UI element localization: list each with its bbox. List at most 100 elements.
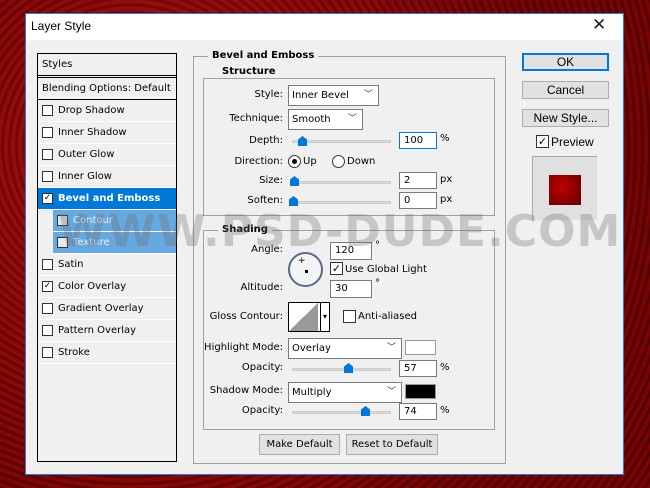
styles-header[interactable]: Styles bbox=[38, 54, 176, 78]
style-item-texture[interactable]: ✓ Texture bbox=[53, 232, 176, 254]
size-unit: px bbox=[440, 174, 453, 185]
soften-label: Soften: bbox=[247, 195, 283, 206]
contour-preview bbox=[289, 303, 318, 331]
anti-aliased-checkbox[interactable] bbox=[343, 310, 356, 323]
angle-unit: ° bbox=[375, 240, 380, 251]
direction-up-radio[interactable] bbox=[288, 155, 301, 168]
blending-options[interactable]: Blending Options: Default bbox=[38, 78, 176, 100]
preview-label: Preview bbox=[551, 135, 594, 149]
highlight-opacity-unit: % bbox=[440, 362, 450, 373]
styles-list: Styles Blending Options: Default Drop Sh… bbox=[37, 53, 177, 462]
style-item-label: Contour bbox=[73, 215, 113, 226]
close-icon[interactable]: ✕ bbox=[592, 15, 606, 35]
style-checkbox[interactable]: ✓ bbox=[42, 281, 53, 292]
highlight-opacity-slider[interactable] bbox=[292, 368, 391, 371]
style-checkbox[interactable] bbox=[42, 325, 53, 336]
angle-input[interactable]: 120 bbox=[330, 242, 372, 260]
style-checkbox[interactable] bbox=[42, 171, 53, 182]
preview-swatch bbox=[549, 175, 581, 205]
reset-to-default-button[interactable]: Reset to Default bbox=[346, 434, 438, 455]
style-item-label: Outer Glow bbox=[58, 149, 115, 160]
shadow-opacity-label: Opacity: bbox=[241, 405, 283, 416]
crosshair-icon: + bbox=[298, 256, 306, 266]
global-light-label: Use Global Light bbox=[345, 264, 427, 275]
style-item-stroke[interactable]: Stroke bbox=[38, 342, 176, 364]
preview-checkbox[interactable]: ✓ bbox=[536, 135, 549, 148]
style-checkbox[interactable] bbox=[42, 127, 53, 138]
style-item-satin[interactable]: Satin bbox=[38, 254, 176, 276]
size-input[interactable]: 2 bbox=[399, 172, 437, 189]
shadow-opacity-input[interactable]: 74 bbox=[399, 403, 437, 420]
style-item-contour[interactable]: Contour bbox=[53, 210, 176, 232]
style-item-inner-glow[interactable]: Inner Glow bbox=[38, 166, 176, 188]
ok-button[interactable]: OK bbox=[522, 53, 609, 71]
style-item-outer-glow[interactable]: Outer Glow bbox=[38, 144, 176, 166]
style-item-gradient-overlay[interactable]: Gradient Overlay bbox=[38, 298, 176, 320]
direction-down-radio[interactable] bbox=[332, 155, 345, 168]
altitude-label: Altitude: bbox=[240, 282, 283, 293]
anti-aliased-label: Anti-aliased bbox=[358, 311, 418, 322]
highlight-opacity-label: Opacity: bbox=[241, 362, 283, 373]
direction-up-label: Up bbox=[303, 156, 317, 167]
size-label: Size: bbox=[259, 175, 283, 186]
style-checkbox[interactable]: ✓ bbox=[57, 237, 68, 248]
style-item-label: Inner Glow bbox=[58, 171, 112, 182]
angle-dial[interactable]: + bbox=[288, 252, 323, 287]
angle-label: Angle: bbox=[251, 244, 283, 255]
highlight-mode-dropdown[interactable]: Overlay ﹀ bbox=[288, 338, 402, 359]
make-default-button[interactable]: Make Default bbox=[259, 434, 340, 455]
title-bar: Layer Style ✕ bbox=[26, 14, 623, 40]
style-item-bevel-and-emboss[interactable]: ✓ Bevel and Emboss bbox=[38, 188, 176, 210]
cancel-button[interactable]: Cancel bbox=[522, 81, 609, 99]
new-style-button[interactable]: New Style... bbox=[522, 109, 609, 127]
style-checkbox[interactable] bbox=[57, 215, 68, 226]
style-preview bbox=[532, 156, 597, 220]
chevron-down-icon: ﹀ bbox=[347, 114, 357, 124]
shadow-opacity-slider[interactable] bbox=[292, 411, 391, 414]
style-checkbox[interactable] bbox=[42, 105, 53, 116]
highlight-color-swatch[interactable] bbox=[405, 340, 436, 355]
chevron-down-icon: ﹀ bbox=[386, 343, 396, 353]
style-item-label: Stroke bbox=[58, 347, 90, 358]
altitude-unit: ° bbox=[375, 278, 380, 289]
style-dropdown[interactable]: Inner Bevel ﹀ bbox=[288, 85, 379, 106]
soften-slider[interactable] bbox=[292, 201, 391, 204]
shadow-opacity-unit: % bbox=[440, 405, 450, 416]
depth-label: Depth: bbox=[249, 135, 283, 146]
style-item-label: Pattern Overlay bbox=[58, 325, 137, 336]
soften-input[interactable]: 0 bbox=[399, 192, 437, 209]
shadow-color-swatch[interactable] bbox=[405, 384, 436, 399]
style-label: Style: bbox=[254, 89, 284, 100]
size-slider[interactable] bbox=[292, 181, 391, 184]
window-title: Layer Style bbox=[31, 19, 92, 33]
style-item-label: Texture bbox=[73, 237, 110, 248]
style-item-label: Satin bbox=[58, 259, 84, 270]
altitude-input[interactable]: 30 bbox=[330, 280, 372, 298]
depth-input[interactable]: 100 bbox=[399, 132, 437, 149]
style-item-inner-shadow[interactable]: Inner Shadow bbox=[38, 122, 176, 144]
style-item-label: Bevel and Emboss bbox=[58, 193, 161, 204]
style-item-pattern-overlay[interactable]: Pattern Overlay bbox=[38, 320, 176, 342]
direction-label: Direction: bbox=[234, 156, 283, 167]
global-light-checkbox[interactable]: ✓ bbox=[330, 262, 343, 275]
technique-dropdown[interactable]: Smooth ﹀ bbox=[288, 109, 363, 130]
style-item-drop-shadow[interactable]: Drop Shadow bbox=[38, 100, 176, 122]
highlight-opacity-input[interactable]: 57 bbox=[399, 360, 437, 377]
shadow-mode-dropdown[interactable]: Multiply ﹀ bbox=[288, 382, 402, 403]
bevel-emboss-title: Bevel and Emboss bbox=[208, 50, 319, 61]
style-checkbox[interactable] bbox=[42, 347, 53, 358]
style-checkbox[interactable]: ✓ bbox=[42, 193, 53, 204]
direction-down-label: Down bbox=[347, 156, 376, 167]
style-checkbox[interactable] bbox=[42, 149, 53, 160]
soften-unit: px bbox=[440, 194, 453, 205]
gloss-contour-picker[interactable]: ▾ bbox=[288, 302, 330, 332]
style-item-color-overlay[interactable]: ✓ Color Overlay bbox=[38, 276, 176, 298]
chevron-down-icon: ﹀ bbox=[363, 90, 373, 100]
style-checkbox[interactable] bbox=[42, 303, 53, 314]
chevron-down-icon: ﹀ bbox=[386, 387, 396, 397]
shading-title: Shading bbox=[218, 224, 272, 235]
shadow-mode-label: Shadow Mode: bbox=[209, 385, 283, 396]
style-item-label: Inner Shadow bbox=[58, 127, 127, 138]
style-item-label: Gradient Overlay bbox=[58, 303, 144, 314]
style-checkbox[interactable] bbox=[42, 259, 53, 270]
